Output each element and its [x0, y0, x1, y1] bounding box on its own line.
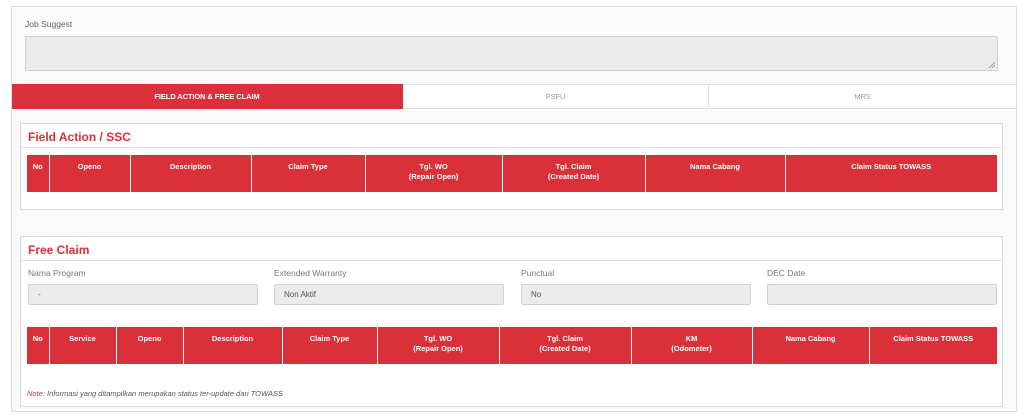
column-header-no[interactable]: No: [27, 327, 50, 364]
tab-field-action-free-claim[interactable]: FIELD ACTION & FREE CLAIM: [12, 84, 403, 109]
resize-grip-icon[interactable]: [988, 61, 995, 68]
field-action-title: Field Action / SSC: [28, 130, 131, 144]
job-suggest-label: Job Suggest: [25, 19, 73, 29]
nama-program-label: Nama Program: [28, 268, 86, 278]
field-action-panel: Field Action / SSC No Openo Description …: [20, 123, 1003, 210]
column-header-claim-type[interactable]: Claim Type: [251, 155, 366, 192]
nama-program-field[interactable]: -: [28, 284, 258, 305]
table-header-row: No Openo Description Claim Type Tgl. WO(…: [27, 155, 997, 192]
column-header-nama-cabang[interactable]: Nama Cabang: [645, 155, 786, 192]
punctual-label: Punctual: [521, 268, 555, 278]
free-claim-table: No Service Openo Description Claim Type …: [27, 327, 997, 364]
free-claim-title: Free Claim: [28, 243, 90, 257]
column-header-claim-type[interactable]: Claim Type: [282, 327, 378, 364]
extended-warranty-field[interactable]: Non Aktif: [274, 284, 504, 305]
divider: [21, 260, 1002, 261]
column-header-nama-cabang[interactable]: Nama Cabang: [752, 327, 870, 364]
column-header-km[interactable]: KM (Odometer): [631, 327, 753, 364]
job-suggest-textarea[interactable]: [25, 36, 998, 71]
field-action-table: No Openo Description Claim Type Tgl. WO(…: [27, 155, 997, 192]
column-header-service[interactable]: Service: [49, 327, 117, 364]
column-header-claim-status[interactable]: Claim Status TOWASS: [869, 327, 997, 364]
column-header-tgl-wo[interactable]: Tgl. WO (Repair Open): [377, 327, 500, 364]
tab-mrs[interactable]: MRS: [709, 84, 1017, 109]
note-key: Note:: [27, 389, 45, 398]
tab-psfu[interactable]: PSFU: [403, 84, 709, 109]
column-header-openo[interactable]: Openo: [49, 155, 131, 192]
tab-bar: FIELD ACTION & FREE CLAIM PSFU MRS: [12, 84, 1017, 109]
column-header-description[interactable]: Description: [183, 327, 283, 364]
free-claim-panel: Free Claim Nama Program - Extended Warra…: [20, 236, 1003, 407]
table-header-row: No Service Openo Description Claim Type …: [27, 327, 997, 364]
note-body: Informasi yang ditampilkan merupakan sta…: [44, 389, 283, 398]
punctual-field[interactable]: No: [521, 284, 751, 305]
dec-date-field[interactable]: [767, 284, 997, 305]
extended-warranty-label: Extended Warranty: [274, 268, 347, 278]
column-header-description[interactable]: Description: [130, 155, 252, 192]
column-header-claim-status[interactable]: Claim Status TOWASS: [785, 155, 997, 192]
note-text: Note: Informasi yang ditampilkan merupak…: [27, 389, 283, 398]
divider: [21, 147, 1002, 148]
column-header-tgl-wo[interactable]: Tgl. WO (Repair Open): [365, 155, 503, 192]
column-header-tgl-claim[interactable]: Tgl. Claim (Created Date): [499, 327, 632, 364]
column-header-no[interactable]: No: [27, 155, 50, 192]
column-header-openo[interactable]: Openo: [116, 327, 184, 364]
column-header-tgl-claim[interactable]: Tgl. Claim (Created Date): [502, 155, 646, 192]
dec-date-label: DEC Date: [767, 268, 806, 278]
